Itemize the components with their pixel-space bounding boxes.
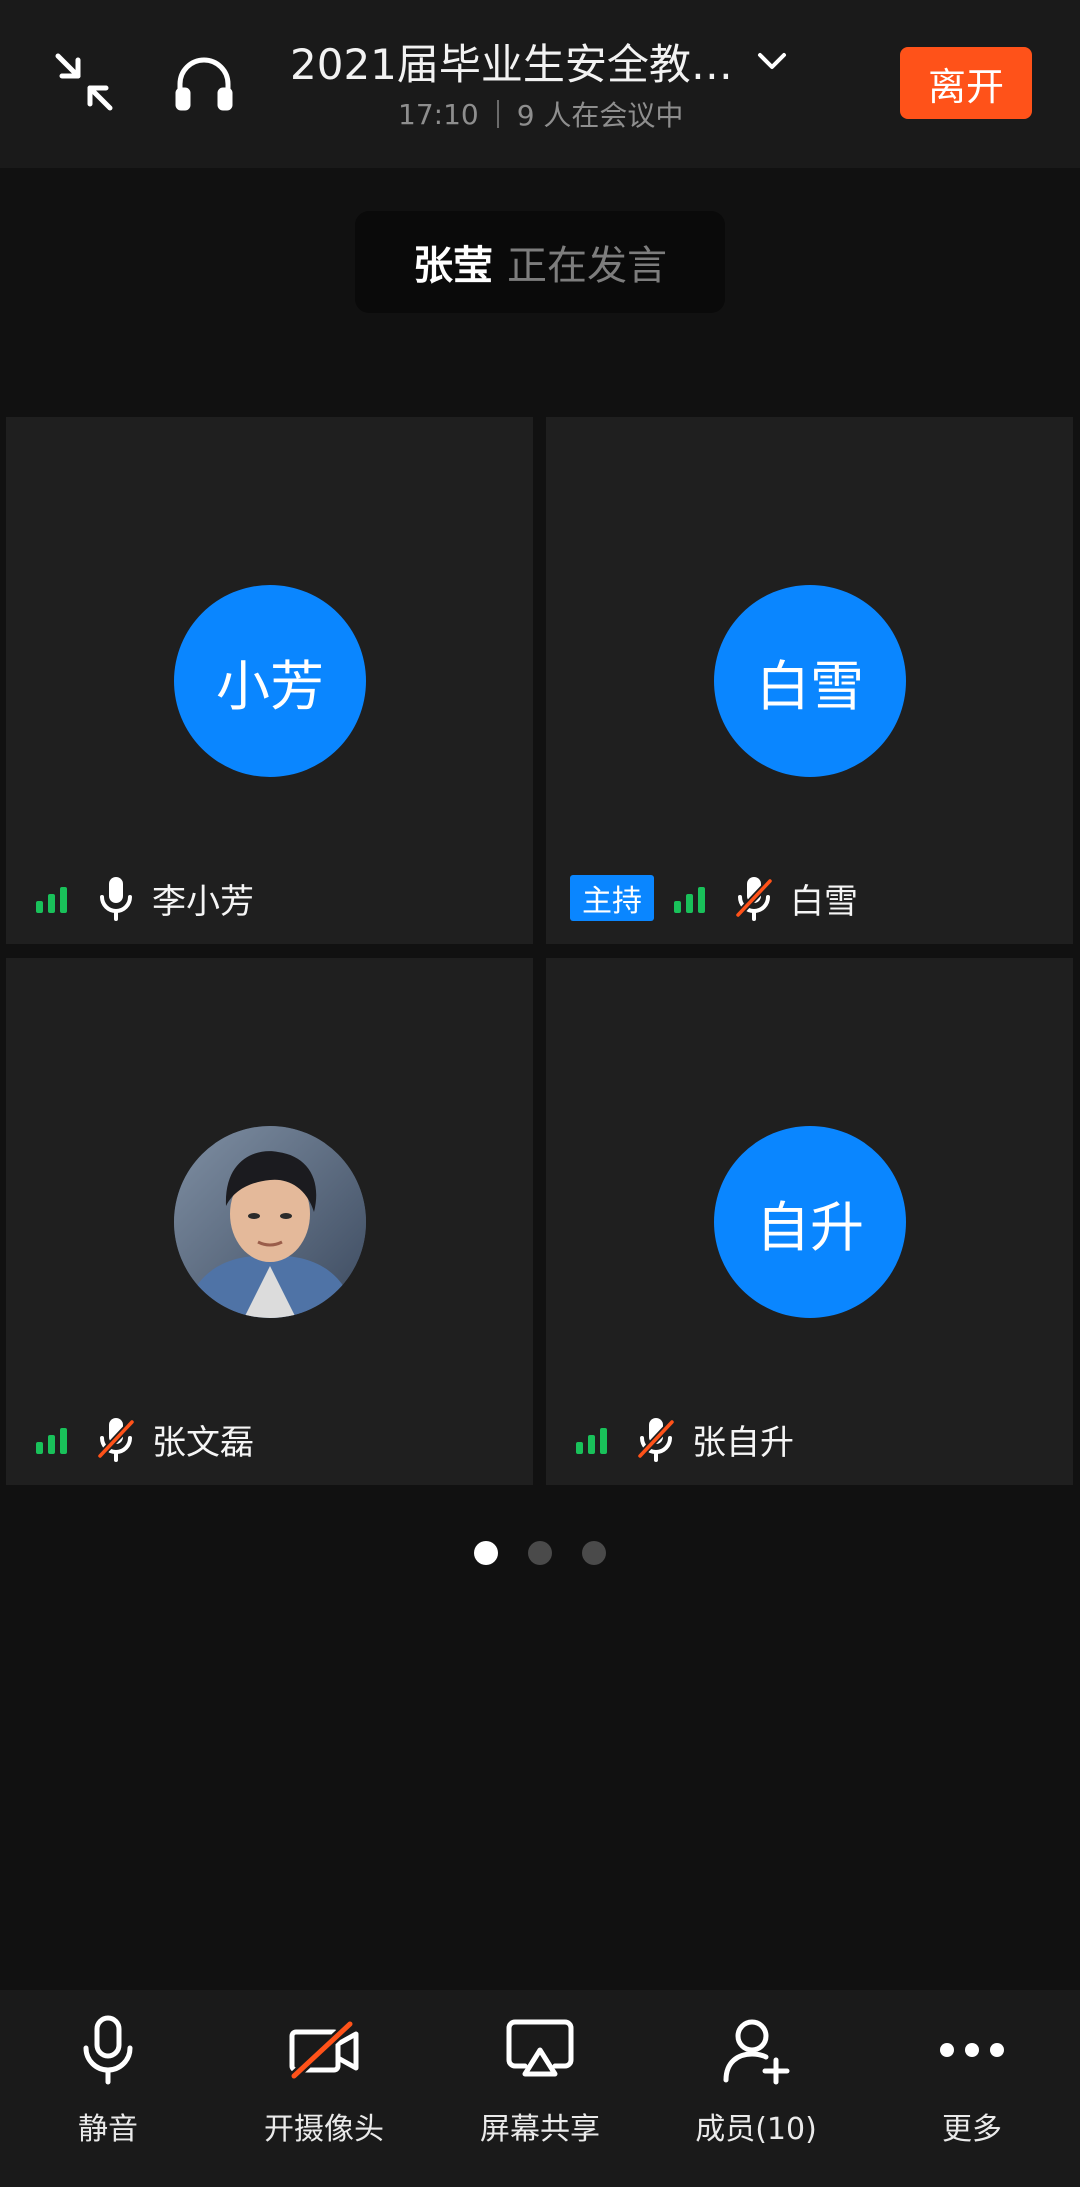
- more-label: 更多: [942, 2112, 1002, 2147]
- camera-label: 开摄像头: [264, 2112, 384, 2147]
- participant-name: 张文磊: [152, 1422, 254, 1463]
- more-button[interactable]: 更多: [872, 2010, 1072, 2150]
- meeting-header: 2021届毕业生安全教… 17:10 9 人在会议中 离开: [0, 0, 1080, 168]
- participant-tile[interactable]: 自升 张自升: [546, 958, 1073, 1485]
- signal-icon: [674, 883, 708, 913]
- separator: [496, 100, 499, 128]
- add-member-icon: [716, 2010, 796, 2090]
- bottom-toolbar: 静音 开摄像头 屏幕共享 成员(10) 更多: [0, 1990, 1080, 2187]
- mute-label: 静音: [78, 2112, 138, 2147]
- page-dot-3[interactable]: [582, 1541, 606, 1565]
- headphones-icon: [175, 57, 233, 111]
- participant-count: 9 人在会议中: [516, 99, 684, 132]
- signal-icon: [576, 1424, 610, 1454]
- avatar-photo: [174, 1126, 366, 1318]
- mic-muted-icon: [732, 874, 776, 922]
- tile-footer: 李小芳: [36, 870, 254, 926]
- avatar: 白雪: [714, 585, 906, 777]
- screen-share-icon: [500, 2010, 580, 2090]
- minimize-button[interactable]: [40, 38, 128, 126]
- members-button[interactable]: 成员(10): [656, 2010, 856, 2150]
- audio-button[interactable]: [160, 38, 248, 126]
- tile-footer: 主持 白雪: [570, 870, 858, 926]
- active-speaker-banner: 张莹 正在发言: [355, 211, 725, 313]
- chevron-down-icon[interactable]: [755, 41, 790, 81]
- speaker-status: 正在发言: [507, 243, 667, 289]
- signal-icon: [36, 1424, 70, 1454]
- mute-button[interactable]: 静音: [8, 2010, 208, 2150]
- members-label: 成员(10): [695, 2112, 817, 2147]
- avatar: 小芳: [174, 585, 366, 777]
- participant-name: 白雪: [790, 881, 858, 922]
- meeting-title[interactable]: 2021届毕业生安全教…: [290, 31, 733, 92]
- participant-tile[interactable]: 白雪 主持 白雪: [546, 417, 1073, 944]
- participant-tile[interactable]: 小芳 李小芳: [6, 417, 533, 944]
- minimize-icon: [55, 53, 113, 111]
- camera-button[interactable]: 开摄像头: [224, 2010, 424, 2150]
- screen-share-label: 屏幕共享: [480, 2112, 600, 2147]
- tile-footer: 张文磊: [36, 1411, 254, 1467]
- leave-button[interactable]: 离开: [900, 47, 1032, 119]
- meeting-info[interactable]: 2021届毕业生安全教… 17:10 9 人在会议中: [290, 30, 790, 140]
- participant-name: 李小芳: [152, 881, 254, 922]
- page-dot-2[interactable]: [528, 1541, 552, 1565]
- camera-off-icon: [284, 2010, 364, 2090]
- mic-icon: [94, 874, 138, 922]
- page-dot-1[interactable]: [474, 1541, 498, 1565]
- meeting-time: 17:10: [398, 97, 479, 131]
- host-badge: 主持: [570, 875, 654, 921]
- speaker-name: 张莹: [413, 243, 493, 289]
- microphone-icon: [68, 2010, 148, 2090]
- mic-muted-icon: [634, 1415, 678, 1463]
- participant-name: 张自升: [692, 1422, 794, 1463]
- page-indicator: [0, 1541, 1080, 1565]
- signal-icon: [36, 883, 70, 913]
- avatar: 自升: [714, 1126, 906, 1318]
- screen-share-button[interactable]: 屏幕共享: [440, 2010, 640, 2150]
- more-dots-icon: [932, 2010, 1012, 2090]
- tile-footer: 张自升: [576, 1411, 794, 1467]
- participant-tile[interactable]: 张文磊: [6, 958, 533, 1485]
- mic-muted-icon: [94, 1415, 138, 1463]
